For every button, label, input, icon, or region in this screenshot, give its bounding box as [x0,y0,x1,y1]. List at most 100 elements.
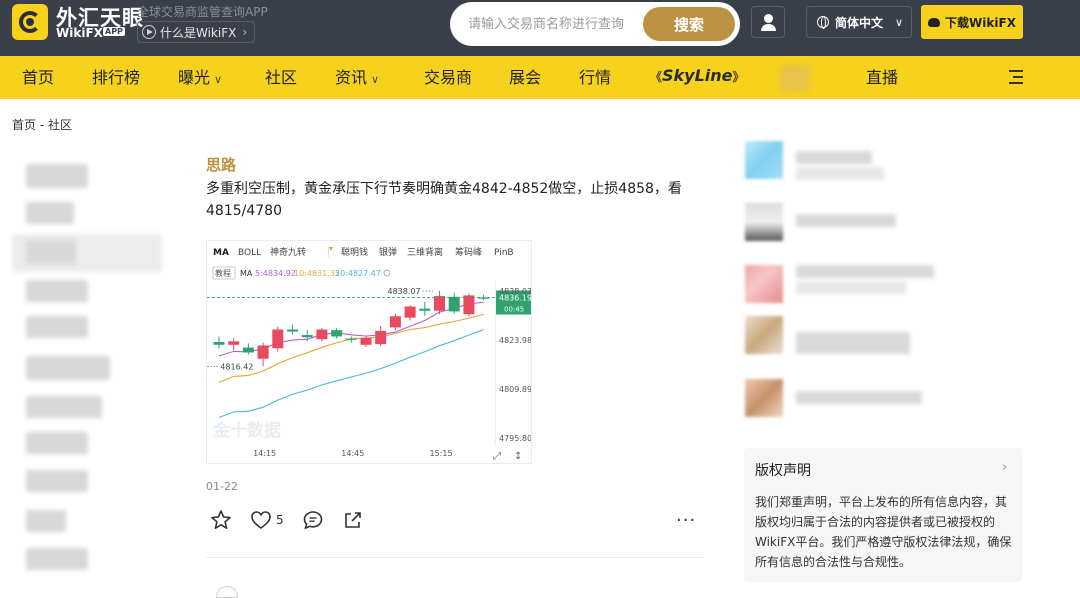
chevron-down-icon: ∨ [214,73,223,86]
avatar[interactable] [745,316,783,354]
chevron-down-icon: ∨ [895,15,904,29]
avatar[interactable] [745,265,783,303]
post-author-name[interactable]: 思路 [206,154,236,175]
next-post-avatar[interactable] [216,586,238,598]
tutorial-badge[interactable]: 教程 [215,268,231,278]
user-description [796,167,884,180]
chart-toolbar-item[interactable]: MA [213,248,229,258]
user-name[interactable] [796,151,872,164]
chart-toolbar-item[interactable]: 筹码峰 [455,246,482,258]
chevron-right-icon[interactable]: › [1002,460,1007,475]
nav-item-news[interactable]: 资讯 ∨ [335,56,379,99]
sidebar-item[interactable] [26,396,102,418]
vertical-resize-icon[interactable]: ↕ [514,451,522,462]
candle-body [463,295,475,315]
nav-item-exposure[interactable]: 曝光 ∨ [178,56,222,99]
nav-item-brokers[interactable]: 交易商 [424,56,472,99]
language-label: 简体中文 [835,15,884,30]
share-button[interactable] [342,509,364,531]
post-chart-image[interactable]: MA BOLL 神奇九转 聪明钱 银弹 三维背离 筹码峰 PinB 教程 MA 5:4834.… [206,240,532,464]
what-is-wikifx-button[interactable]: 什么是WikiFX › [137,21,255,43]
candle-body [419,308,431,311]
download-label: 下载WikiFX [945,15,1016,30]
settings-icon[interactable] [383,269,391,277]
nav-item-news-label: 资讯 [335,68,368,87]
avatar[interactable] [745,141,783,179]
candle-body [404,306,416,318]
comment-icon [303,511,322,530]
sidebar-item[interactable] [26,316,88,338]
nav-item-rankings[interactable]: 排行榜 [92,56,140,99]
chart-toolbar-item[interactable]: 三维背离 [407,246,443,258]
nav-item-expo[interactable]: 展会 [509,56,541,99]
laurel-right-icon: 》 [732,70,745,84]
countdown-label: 00:45 [504,306,524,314]
candle-body [389,316,401,328]
brand-name-en[interactable]: WikiFX [56,26,103,40]
candle-body [301,335,313,338]
search-button[interactable]: 搜索 [643,7,735,41]
ma5-value: 5:4834.92 [255,269,296,278]
user-name[interactable] [796,332,910,354]
language-selector[interactable]: 简体中文 ∨ [806,6,912,38]
user-account-button[interactable] [751,6,785,38]
ma20-value: 20:4827.47 [335,269,381,278]
like-button[interactable]: 5 [250,509,284,531]
main-nav: 首页 排行榜 曝光 ∨ 社区 资讯 ∨ 交易商 展会 行情 《SkyLine》 直播 [0,56,1080,99]
sidebar-item[interactable] [26,202,74,224]
chevron-down-icon: ∨ [371,73,380,86]
time-tick-label: 15:15 [430,449,453,458]
sidebar-item[interactable] [26,164,88,188]
time-tick-label: 14:45 [341,449,364,458]
more-options-icon[interactable]: ··· [676,510,696,531]
nav-item-quotes[interactable]: 行情 [579,56,611,99]
sidebar-item[interactable] [26,510,66,532]
chart-toolbar-item[interactable]: 银弹 [379,246,397,258]
user-icon [764,14,773,23]
avatar[interactable] [745,203,783,241]
nav-item-blurred[interactable] [780,65,810,91]
chart-toolbar-item[interactable]: 神奇九转 [270,246,306,258]
time-tick-label: 14:15 [253,449,276,458]
fullscreen-icon[interactable]: ⤢ [493,451,501,462]
low-annotation: 4816.42 [220,362,253,371]
nav-item-home[interactable]: 首页 [22,56,54,99]
candle-body [272,329,284,349]
sidebar-item[interactable] [26,470,88,492]
search-bar: 搜索 [450,2,740,46]
candle-body [316,329,328,340]
chart-toolbar-item[interactable]: BOLL [238,248,261,258]
play-icon [142,25,156,39]
user-name[interactable] [796,265,934,278]
chart-toolbar-item[interactable]: PinB [494,248,514,258]
candle-body [287,329,298,332]
chart-toolbar-item[interactable]: 聪明钱 [341,246,368,258]
wikifx-logo-icon[interactable] [12,4,48,40]
sidebar-item[interactable] [26,548,88,570]
search-input[interactable] [468,10,638,38]
avatar[interactable] [745,379,783,417]
nav-item-live[interactable]: 直播 [866,56,898,99]
nav-item-community[interactable]: 社区 [265,56,297,99]
menu-icon[interactable] [1009,70,1023,84]
chart-axes: 4838.07 4823.98 4809.89 4795.80 14:15 14:45 15… [253,287,532,458]
sidebar-item[interactable] [26,356,110,380]
post-text: 多重利空压制，黄金承压下行节奏明确黄金4842-4852做空，止损4858，看4… [206,181,682,219]
download-app-button[interactable]: 下载WikiFX [921,5,1023,39]
ma-legend-label: MA [240,269,253,278]
comment-button[interactable] [302,509,324,531]
favorite-button[interactable] [210,509,232,531]
candle-body [434,296,445,311]
sidebar-item[interactable] [26,432,88,454]
user-name[interactable] [796,391,922,404]
chart-watermark: 金十数据 [212,420,281,441]
candle-body [257,345,269,359]
candle-body [375,330,387,345]
candle-body [331,330,343,337]
nav-item-skyline[interactable]: 《SkyLine》 [650,66,745,85]
breadcrumb: 首页 - 社区 [12,118,72,132]
price-tick-label: 4809.89 [499,385,532,394]
user-name[interactable] [796,214,896,227]
sidebar-item[interactable] [26,280,88,302]
heart-icon [251,511,271,529]
